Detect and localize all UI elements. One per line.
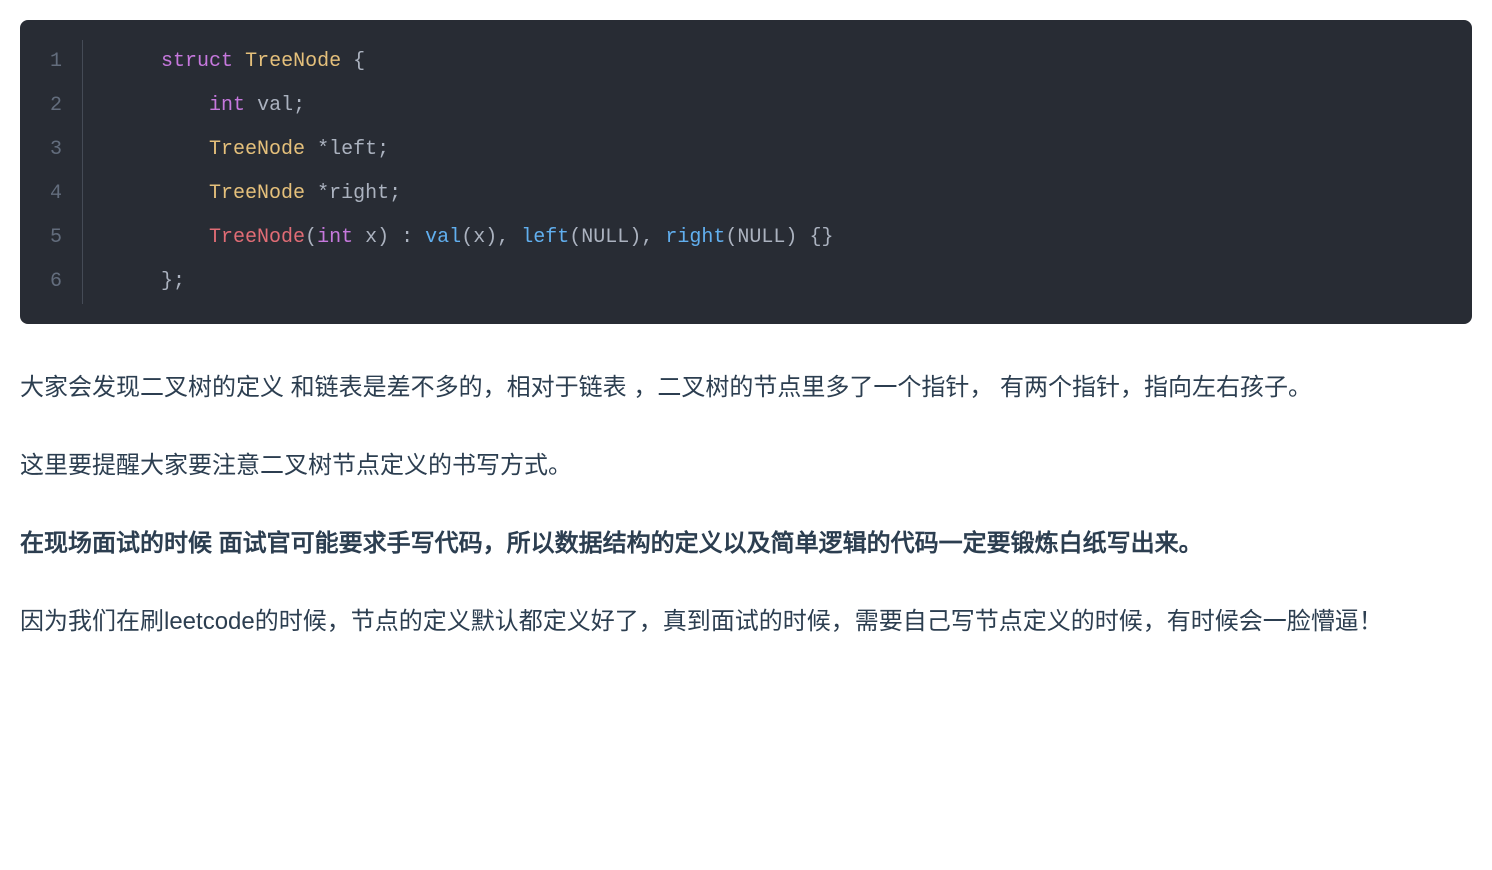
code-line: int val;: [113, 84, 833, 128]
paragraph-bold: 在现场面试的时候 面试官可能要求手写代码，所以数据结构的定义以及简单逻辑的代码一…: [20, 520, 1472, 568]
line-number: 3: [50, 128, 62, 172]
paragraph: 这里要提醒大家要注意二叉树节点定义的书写方式。: [20, 442, 1472, 490]
code-line: TreeNode(int x) : val(x), left(NULL), ri…: [113, 216, 833, 260]
line-number: 6: [50, 260, 62, 304]
line-number: 2: [50, 84, 62, 128]
line-number: 1: [50, 40, 62, 84]
line-number: 5: [50, 216, 62, 260]
code-block: 1 2 3 4 5 6 struct TreeNode { int val; T…: [20, 20, 1472, 324]
code-line: TreeNode *left;: [113, 128, 833, 172]
paragraph: 因为我们在刷leetcode的时候，节点的定义默认都定义好了，真到面试的时候，需…: [20, 598, 1472, 646]
paragraph: 大家会发现二叉树的定义 和链表是差不多的，相对于链表 ，二叉树的节点里多了一个指…: [20, 364, 1472, 412]
code-line: TreeNode *right;: [113, 172, 833, 216]
line-numbers-gutter: 1 2 3 4 5 6: [20, 40, 83, 304]
code-line: struct TreeNode {: [113, 40, 833, 84]
code-line: };: [113, 260, 833, 304]
line-number: 4: [50, 172, 62, 216]
code-content: struct TreeNode { int val; TreeNode *lef…: [83, 40, 863, 304]
